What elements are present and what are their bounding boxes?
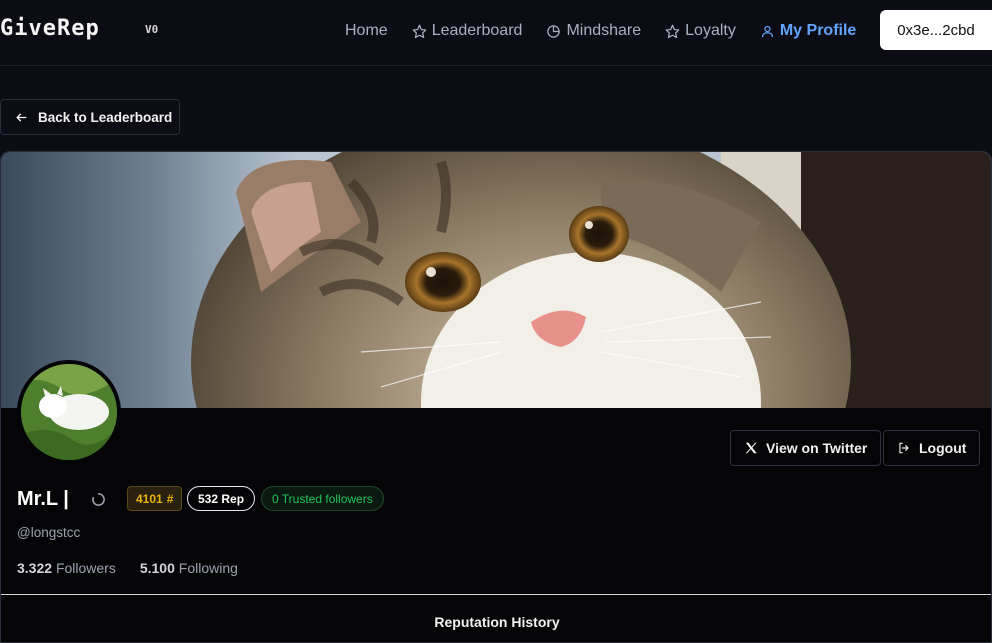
logout-button[interactable]: Logout [883,430,981,466]
pie-chart-icon [547,24,561,38]
back-to-leaderboard-button[interactable]: Back to Leaderboard [0,99,180,135]
nav-links: Home Leaderboard Mindshare Loyalty My Pr… [345,0,880,62]
star-icon [665,24,680,38]
nav-my-profile-label: My Profile [779,22,857,39]
profile-handle: @longstcc [17,525,81,540]
version-label: V0 [145,23,159,36]
nav-mindshare-label: Mindshare [566,22,642,39]
user-icon [761,25,773,37]
loading-spinner-icon [92,493,105,506]
reputation-history-title: Reputation History [434,614,560,630]
nav-leaderboard-label: Leaderboard [431,22,523,39]
logout-label: Logout [919,440,967,456]
profile-name: Mr.L | [17,488,69,510]
divider [1,594,991,595]
followers-count: 3.322 [17,560,53,576]
view-on-twitter-button[interactable]: View on Twitter [730,430,882,466]
rep-badge: 532 Rep [187,486,256,511]
rank-badge[interactable]: 4101 # [127,486,183,511]
follow-stats: 3.322 Followers 5.100 Following [17,560,238,576]
nav-home[interactable]: Home [345,22,388,40]
trusted-followers-badge[interactable]: 0 Trusted followers [261,486,384,511]
followers-label: Followers [55,560,116,576]
back-button-label: Back to Leaderboard [38,109,173,125]
nav-loyalty[interactable]: Loyalty [665,22,736,40]
following-label: Following [178,560,238,576]
followers-stat: 3.322 Followers [17,560,116,576]
top-navbar: GiveRep V0 Home Leaderboard Mindshare Lo… [0,0,992,66]
rank-value: 4101 [136,491,163,506]
nav-my-profile[interactable]: My Profile [760,22,856,40]
view-on-twitter-label: View on Twitter [766,440,868,456]
nav-home-label: Home [345,22,388,39]
nav-loyalty-label: Loyalty [685,22,736,39]
x-logo-icon [745,442,757,454]
arrow-left-icon [16,113,27,121]
logout-icon [899,442,909,454]
star-icon [412,24,427,38]
nav-mindshare[interactable]: Mindshare [546,22,641,40]
logo[interactable]: GiveRep [0,16,100,41]
following-stat: 5.100 Following [140,560,238,576]
avatar [17,360,121,464]
banner-image [1,152,991,408]
hash-icon: # [166,491,174,506]
wallet-button[interactable]: 0x3e...2cbd [880,10,992,50]
profile-card: View on Twitter Logout Mr.L | 4101 # 532… [0,151,992,643]
nav-leaderboard[interactable]: Leaderboard [412,22,523,40]
following-count: 5.100 [139,560,175,576]
